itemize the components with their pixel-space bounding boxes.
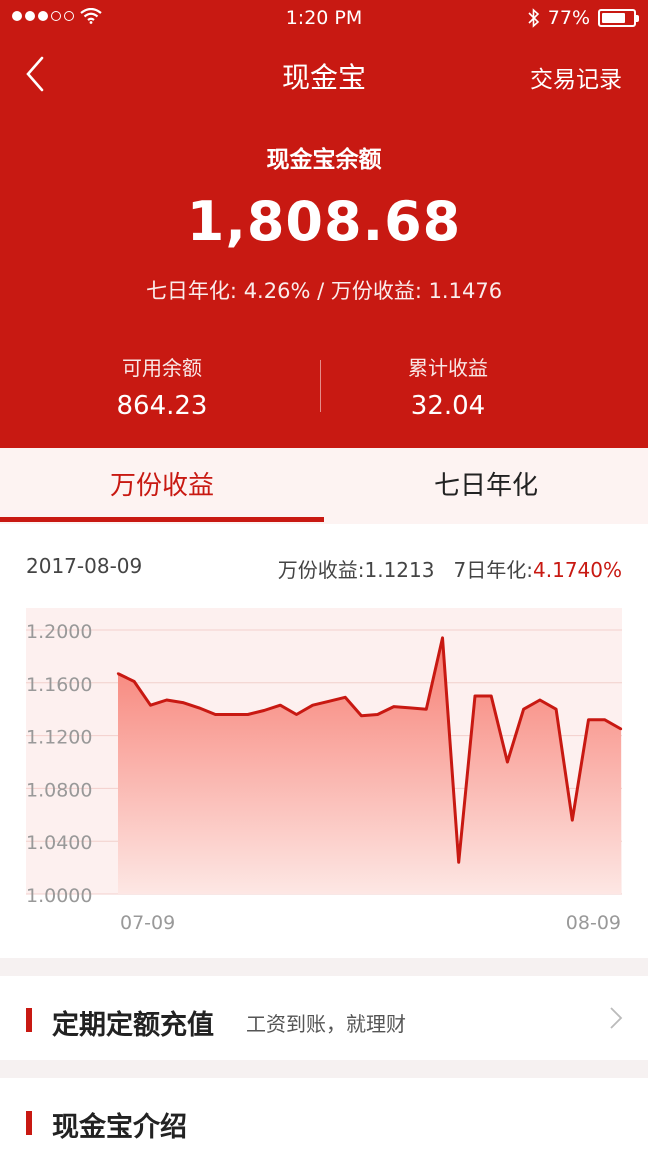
x-tick-label: 07-09 <box>120 912 175 934</box>
status-bar: 1:20 PM 77% <box>0 0 648 38</box>
data-point <box>246 713 250 716</box>
data-point <box>522 708 525 711</box>
summary-header: 1:20 PM 77% 现金宝 交易记录 现金宝余额 1,808.68 七日年化… <box>0 0 648 448</box>
data-point <box>587 718 590 721</box>
data-point <box>116 672 120 675</box>
data-point <box>279 704 282 707</box>
data-point <box>327 700 331 703</box>
data-point <box>149 704 152 707</box>
nav-bar: 现金宝 交易记录 <box>0 38 648 110</box>
earnings-chart[interactable]: 1.2000 1.1600 1.1200 1.0800 1.0400 1.0000 07-0… <box>0 604 648 944</box>
data-point <box>392 705 396 708</box>
y-tick-label: 1.1600 <box>26 674 92 696</box>
wanfen-readout: 万份收益:1.1213 <box>277 558 435 582</box>
yield-summary: 七日年化: 4.26% / 万份收益: 1.1476 <box>145 279 503 303</box>
data-point <box>214 713 217 716</box>
cumulative-label: 累计收益 <box>408 356 488 380</box>
data-point <box>343 696 347 699</box>
transaction-history-link[interactable]: 交易记录 <box>530 60 622 94</box>
y-tick-label: 1.2000 <box>26 621 92 643</box>
data-point <box>376 713 379 716</box>
recharge-title: 定期定额充值 <box>52 1010 214 1041</box>
data-point <box>506 760 509 764</box>
recurring-recharge-card[interactable]: 定期定额充值 工资到账，就理财 <box>0 976 648 1060</box>
data-point <box>197 706 201 710</box>
cumulative-earnings: 累计收益 32.04 <box>318 352 578 421</box>
data-point <box>133 680 136 683</box>
data-point <box>408 706 412 710</box>
bluetooth-icon <box>528 8 539 28</box>
tab-seven-day-yield[interactable]: 七日年化 <box>324 448 648 524</box>
data-point <box>603 718 606 721</box>
cumulative-value: 32.04 <box>410 391 486 421</box>
available-label: 可用余额 <box>122 356 202 380</box>
battery-icon <box>598 9 639 27</box>
y-tick-label: 1.0000 <box>26 885 92 907</box>
data-point <box>262 709 266 712</box>
section-marker <box>26 1111 32 1135</box>
available-balance: 可用余额 864.23 <box>32 352 292 421</box>
data-point <box>425 708 428 711</box>
chevron-right-icon <box>610 1007 623 1029</box>
data-point <box>441 636 444 640</box>
tab-wanfen-earnings[interactable]: 万份收益 <box>0 448 324 524</box>
y-tick-label: 1.1200 <box>26 727 92 749</box>
data-point <box>473 694 477 698</box>
data-point <box>619 727 623 731</box>
balance-amount: 1,808.68 <box>186 190 462 253</box>
data-point <box>489 694 493 698</box>
data-point <box>295 713 298 716</box>
data-point <box>360 714 363 717</box>
recharge-subtitle: 工资到账，就理财 <box>246 1012 406 1036</box>
chart-tabs: 万份收益 七日年化 <box>0 448 648 524</box>
data-point <box>181 701 185 704</box>
chart-readout: 万份收益:1.1213 7日年化:4.1740% <box>278 554 622 583</box>
data-point <box>457 861 460 864</box>
y-tick-label: 1.0400 <box>26 832 92 854</box>
y-tick-label: 1.0800 <box>26 779 92 801</box>
available-value: 864.23 <box>116 391 208 421</box>
balance-label: 现金宝余额 <box>266 147 382 173</box>
x-tick-label: 08-09 <box>566 912 621 934</box>
data-point <box>538 698 542 702</box>
seven-day-value: 4.1740% <box>533 558 622 582</box>
seven-day-label: 7日年化: <box>453 558 534 582</box>
data-point <box>165 698 168 702</box>
data-point <box>311 704 314 707</box>
battery-percent: 77% <box>547 7 590 29</box>
section-marker <box>26 1008 32 1032</box>
data-point <box>554 708 558 711</box>
data-point <box>571 818 574 822</box>
chart-date: 2017-08-09 <box>26 554 143 578</box>
chart-card: 2017-08-09 万份收益:1.1213 7日年化:4.1740% 1.20… <box>0 524 648 958</box>
intro-title: 现金宝介绍 <box>52 1112 187 1143</box>
intro-card[interactable]: 现金宝介绍 <box>0 1078 648 1152</box>
data-point <box>230 713 233 716</box>
status-right: 77% <box>528 7 639 29</box>
active-tab-indicator <box>0 517 324 522</box>
